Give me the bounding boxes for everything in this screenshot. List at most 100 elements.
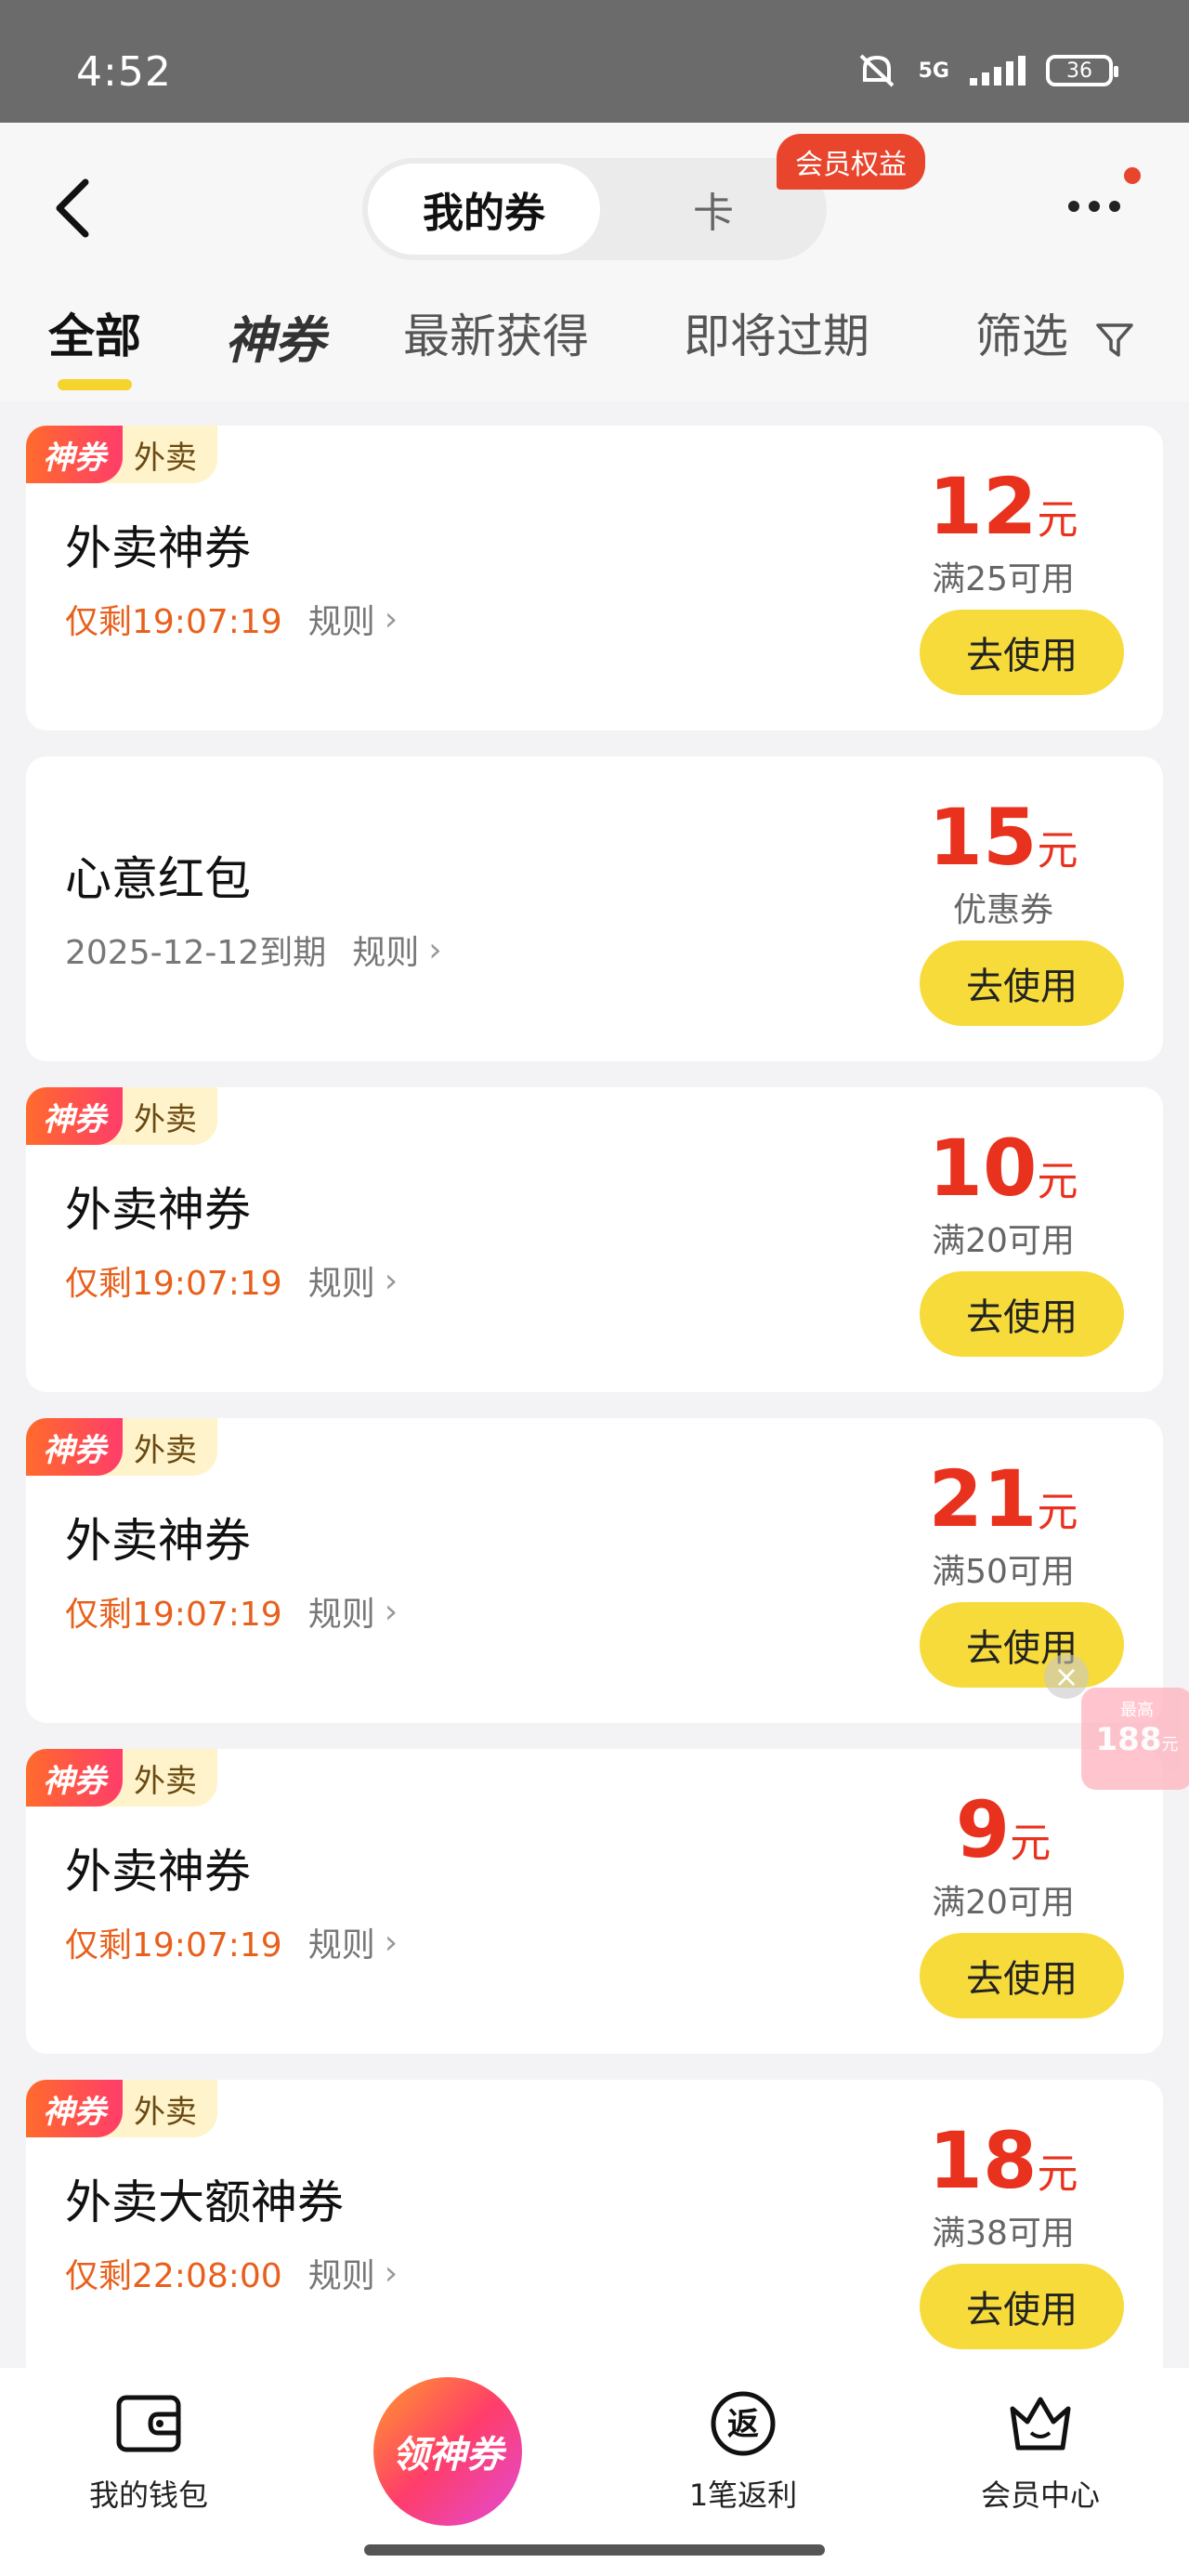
coupon-rule-link[interactable]: 规则 xyxy=(308,1587,375,1636)
shen-coupon-tag: 神券 xyxy=(26,1418,123,1476)
coupon-title: 外卖神券 xyxy=(65,1845,251,1899)
wallet-icon xyxy=(116,2395,181,2452)
coupon-expiry: 2025-12-12到期 xyxy=(65,934,327,972)
coupon-rule-link[interactable]: 规则 xyxy=(308,1256,375,1305)
coupon-amount-unit: 元 xyxy=(1037,2150,1078,2198)
tab-all[interactable]: 全部 xyxy=(48,299,141,390)
coupon-amount-unit: 元 xyxy=(1037,1158,1078,1205)
use-button[interactable]: 去使用 xyxy=(920,2264,1124,2349)
coupon-amount: 9元 xyxy=(882,1784,1124,1875)
nav-wallet[interactable]: 我的钱包 xyxy=(56,2386,242,2515)
shen-coupon-tag: 神券 xyxy=(26,2080,123,2137)
mute-icon xyxy=(859,54,894,87)
coupon-amount-unit: 元 xyxy=(1037,496,1078,544)
tab-filter[interactable]: 筛选 xyxy=(975,299,1135,366)
tab-expiring[interactable]: 即将过期 xyxy=(684,299,869,366)
coupon-card[interactable]: 神券 外卖 外卖神券 仅剩19:07:19 规则 › 12元 满25可用 去使用 xyxy=(26,426,1163,730)
use-button[interactable]: 去使用 xyxy=(920,1933,1124,2018)
signal-icon xyxy=(970,56,1026,85)
coupon-title: 心意红包 xyxy=(65,852,251,906)
coupon-amount-value: 10 xyxy=(928,1123,1038,1214)
notification-dot xyxy=(1124,167,1141,184)
segment-control: 我的券 卡 xyxy=(362,158,827,260)
coupon-rule-link[interactable]: 规则 xyxy=(308,2249,375,2297)
battery-icon: 36 xyxy=(1046,55,1118,86)
floating-promo-widget[interactable]: 最高 188元 × xyxy=(1044,1654,1189,1794)
battery-level: 36 xyxy=(1066,59,1092,83)
nav-wallet-label: 我的钱包 xyxy=(88,2477,208,2513)
promo-top-text: 最高 xyxy=(1120,1701,1154,1720)
status-icons: 5G 36 xyxy=(856,52,1118,89)
tab-filter-label: 筛选 xyxy=(975,309,1068,363)
coupon-amount: 10元 xyxy=(882,1123,1124,1214)
coupon-condition: 满50可用 xyxy=(932,1553,1075,1591)
rebate-icon-text: 返 xyxy=(727,2406,759,2443)
coupon-card[interactable]: 神券 外卖 外卖大额神券 仅剩22:08:00 规则 › 18元 满38可用 去… xyxy=(26,2080,1163,2385)
coupon-card[interactable]: 神券 外卖 外卖神券 仅剩19:07:19 规则 › 9元 满20可用 去使用 xyxy=(26,1749,1163,2054)
shen-coupon-tag: 神券 xyxy=(26,1087,123,1145)
coupon-amount: 15元 xyxy=(882,792,1124,883)
coupon-title: 外卖大额神券 xyxy=(65,2175,344,2229)
coupon-amount: 12元 xyxy=(882,461,1124,552)
coupon-rule-link[interactable]: 规则 xyxy=(308,595,375,643)
coupon-amount-unit: 元 xyxy=(1037,827,1078,874)
coupon-rule-link[interactable]: 规则 xyxy=(308,1918,375,1966)
member-benefits-badge[interactable]: 会员权益 xyxy=(777,134,925,190)
segment-my-coupons[interactable]: 我的券 xyxy=(368,164,600,255)
promo-unit: 元 xyxy=(1161,1735,1179,1755)
coupon-title: 外卖神券 xyxy=(65,1183,251,1237)
use-button[interactable]: 去使用 xyxy=(920,940,1124,1026)
tab-shen-coupons[interactable]: 神券 xyxy=(225,299,325,373)
more-icon[interactable] xyxy=(1068,188,1133,225)
coupon-meta: 仅剩19:07:19 规则 › xyxy=(65,1918,398,1966)
status-bar: 4:52 5G 36 xyxy=(0,0,1189,123)
status-time: 4:52 xyxy=(76,48,172,96)
use-button[interactable]: 去使用 xyxy=(920,610,1124,695)
back-icon[interactable] xyxy=(45,171,100,245)
home-indicator[interactable] xyxy=(364,2544,825,2556)
nav-member-label: 会员中心 xyxy=(980,2477,1100,2513)
coupon-amount: 21元 xyxy=(882,1453,1124,1544)
coupon-expiry: 仅剩19:07:19 xyxy=(65,1926,282,1965)
tab-all-label: 全部 xyxy=(48,309,141,363)
coupon-condition: 优惠券 xyxy=(952,891,1053,929)
coupon-rule-link[interactable]: 规则 xyxy=(352,926,419,974)
nav-get-coupons-button[interactable]: 领神券 xyxy=(373,2377,522,2526)
coupon-meta: 2025-12-12到期 规则 › xyxy=(65,926,442,974)
coupon-amount-value: 18 xyxy=(928,2115,1038,2206)
chevron-right-icon: › xyxy=(428,930,442,969)
tab-underline xyxy=(58,379,132,390)
tab-latest[interactable]: 最新获得 xyxy=(403,299,589,366)
network-label: 5G xyxy=(918,59,949,83)
coupon-title: 外卖神券 xyxy=(65,1514,251,1568)
coupon-meta: 仅剩19:07:19 规则 › xyxy=(65,1256,398,1305)
coupon-amount: 18元 xyxy=(882,2115,1124,2206)
coupon-expiry: 仅剩19:07:19 xyxy=(65,1265,282,1303)
coupon-card[interactable]: 神券 外卖 外卖神券 仅剩19:07:19 规则 › 21元 满50可用 去使用 xyxy=(26,1418,1163,1723)
coupon-tags: 神券 外卖 xyxy=(26,1418,217,1476)
shen-coupon-tag: 神券 xyxy=(26,1749,123,1807)
nav-rebate[interactable]: 返 1笔返利 xyxy=(650,2386,836,2515)
coupon-title: 外卖神券 xyxy=(65,521,251,575)
close-icon[interactable]: × xyxy=(1044,1654,1089,1699)
chevron-right-icon: › xyxy=(384,1923,399,1962)
coupon-card[interactable]: 心意红包 2025-12-12到期 规则 › 15元 优惠券 去使用 xyxy=(26,756,1163,1061)
coupon-card[interactable]: 神券 外卖 外卖神券 仅剩19:07:19 规则 › 10元 满20可用 去使用 xyxy=(26,1087,1163,1392)
tab-shen-label: 神券 xyxy=(225,311,325,370)
promo-box[interactable]: 最高 188元 xyxy=(1081,1688,1189,1790)
coupon-condition: 满38可用 xyxy=(932,2215,1075,2253)
coupon-expiry: 仅剩19:07:19 xyxy=(65,603,282,641)
coupon-amount-unit: 元 xyxy=(1037,1489,1078,1536)
chevron-right-icon: › xyxy=(384,1592,399,1631)
use-button[interactable]: 去使用 xyxy=(920,1271,1124,1357)
coupon-meta: 仅剩19:07:19 规则 › xyxy=(65,1587,398,1636)
coupon-amount-value: 21 xyxy=(928,1453,1038,1544)
coupon-meta: 仅剩22:08:00 规则 › xyxy=(65,2249,398,2297)
coupon-condition: 满20可用 xyxy=(932,1222,1075,1260)
coupon-expiry: 仅剩19:07:19 xyxy=(65,1596,282,1634)
coupon-expiry: 仅剩22:08:00 xyxy=(65,2257,282,2295)
nav-member-center[interactable]: 会员中心 xyxy=(947,2386,1133,2515)
filter-icon xyxy=(1096,322,1133,357)
crown-icon xyxy=(1010,2397,1071,2451)
coupon-tags: 神券 外卖 xyxy=(26,1087,217,1145)
